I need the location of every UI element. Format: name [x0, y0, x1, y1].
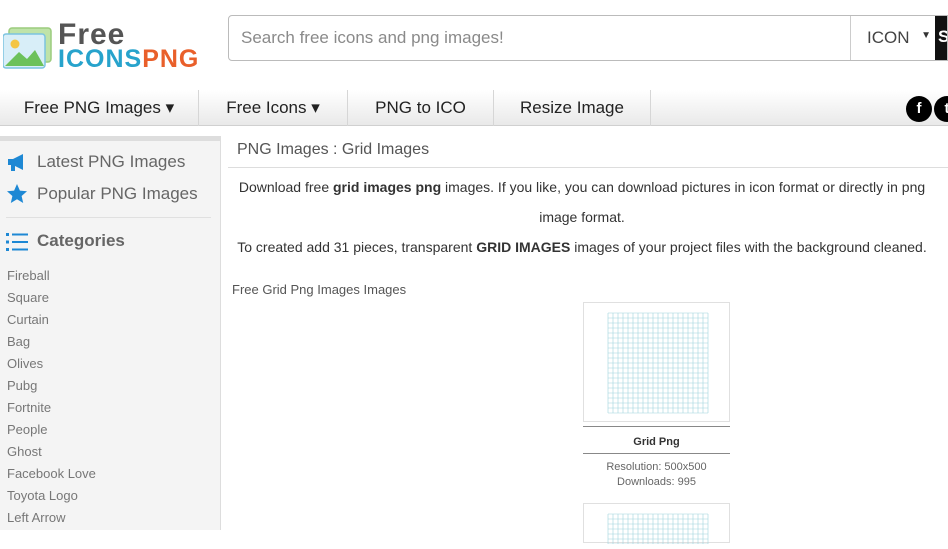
intro-paragraph-2: To created add 31 pieces, transparent GR…	[230, 232, 934, 262]
intro-text-part: images of your project files with the ba…	[570, 239, 927, 255]
category-link[interactable]: Bag	[7, 333, 96, 355]
category-link[interactable]: Fireball	[7, 267, 96, 289]
category-link[interactable]: Fortnite	[7, 399, 96, 421]
sidebar-latest-png-link[interactable]: Latest PNG Images	[6, 151, 211, 175]
sidebar-latest-png-label: Latest PNG Images	[37, 152, 186, 171]
sidebar-popular-png-label: Popular PNG Images	[37, 184, 198, 203]
twitter-icon[interactable]: t	[934, 96, 948, 122]
star-icon	[7, 184, 27, 203]
category-link[interactable]: Square	[7, 289, 96, 311]
category-link[interactable]: Toyota Logo	[7, 487, 96, 509]
search-type-select[interactable]: ICON ▼	[850, 16, 935, 60]
nav-divider	[650, 90, 651, 126]
facebook-icon[interactable]: f	[906, 96, 932, 122]
logo-text-iconspng: ICONSPNG	[58, 45, 199, 74]
category-link[interactable]: Curtain	[7, 311, 96, 333]
card-divider	[583, 426, 730, 427]
image-card[interactable]: Grid Png Resolution: 500x500 Downloads: …	[583, 302, 730, 522]
card-thumbnail[interactable]	[583, 302, 730, 422]
category-link[interactable]: Left Arrow	[7, 509, 96, 531]
intro-text: Download free grid images png images. If…	[230, 172, 934, 262]
logo-text-png: PNG	[142, 45, 200, 73]
card-title[interactable]: Grid Png	[583, 436, 730, 448]
sidebar-popular-png-link[interactable]: Popular PNG Images	[6, 183, 211, 207]
search-button[interactable]: S	[935, 16, 947, 60]
site-header: Free ICONSPNG ICON ▼ S	[0, 0, 948, 86]
category-link[interactable]: Facebook Love	[7, 465, 96, 487]
category-link[interactable]: Pubg	[7, 377, 96, 399]
nav-free-icons[interactable]: Free Icons ▾	[199, 90, 347, 126]
card-divider	[583, 453, 730, 454]
breadcrumb-divider	[228, 167, 948, 168]
nav-free-png-images[interactable]: Free PNG Images ▾	[0, 90, 198, 126]
category-list: Fireball Square Curtain Bag Olives Pubg …	[7, 267, 96, 531]
intro-text-part: images. If you like, you can download pi…	[441, 179, 926, 225]
main-navbar: Free PNG Images ▾ Free Icons ▾ PNG to IC…	[0, 90, 948, 126]
logo-text-icons: ICONS	[58, 45, 143, 73]
list-icon	[6, 233, 28, 251]
breadcrumb: PNG Images : Grid Images	[237, 141, 430, 158]
card-downloads: Downloads: 995	[617, 476, 696, 488]
chevron-down-icon: ▼	[921, 30, 931, 41]
categories-title: Categories	[37, 231, 125, 250]
sidebar-divider	[6, 217, 211, 218]
megaphone-icon	[8, 154, 23, 171]
intro-paragraph-1: Download free grid images png images. If…	[230, 172, 934, 232]
category-link[interactable]: People	[7, 421, 96, 443]
intro-text-part: To created add 31 pieces, transparent	[237, 239, 477, 255]
intro-keyword: grid images png	[333, 179, 442, 195]
image-card[interactable]	[583, 503, 730, 545]
main-content: PNG Images : Grid Images Download free g…	[222, 136, 948, 545]
section-label: Free Grid Png Images Images	[232, 282, 407, 297]
nav-png-to-ico[interactable]: PNG to ICO	[348, 90, 493, 126]
search-bar: ICON ▼ S	[228, 15, 948, 61]
intro-keyword: GRID IMAGES	[476, 239, 571, 255]
card-resolution: Resolution: 500x500	[606, 461, 707, 473]
site-logo[interactable]: Free ICONSPNG	[3, 18, 198, 73]
nav-resize-image[interactable]: Resize Image	[494, 90, 650, 126]
category-link[interactable]: Ghost	[7, 443, 96, 465]
grid-image-thumbnail	[607, 513, 709, 545]
intro-text-part: Download free	[238, 179, 333, 195]
search-input[interactable]	[229, 16, 850, 60]
grid-image-thumbnail	[607, 312, 709, 414]
search-icon: S	[938, 27, 947, 47]
sidebar: Latest PNG Images Popular PNG Images Cat…	[0, 136, 221, 530]
search-type-value: ICON	[867, 28, 910, 47]
category-link[interactable]: Olives	[7, 355, 96, 377]
logo-image-icon	[3, 27, 52, 69]
